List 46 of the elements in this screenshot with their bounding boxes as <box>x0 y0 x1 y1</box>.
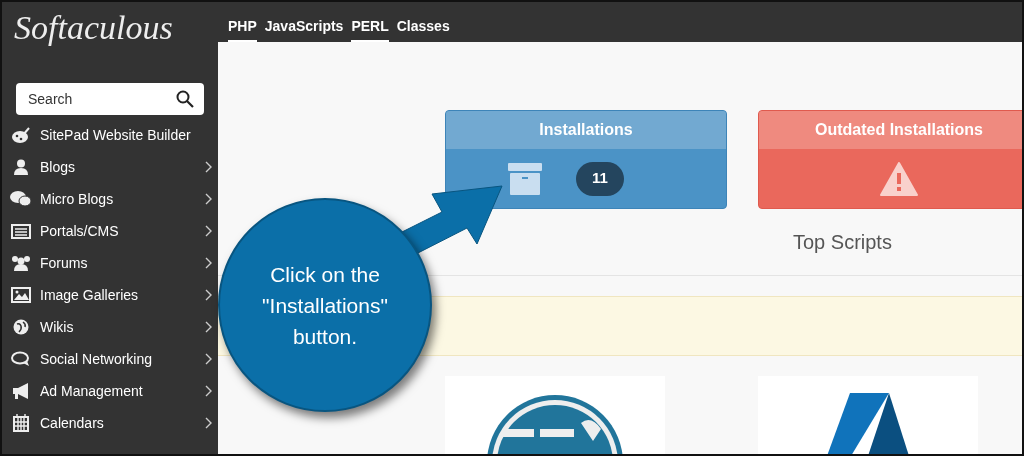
sidebar-item[interactable]: Blogs <box>2 151 218 183</box>
list-window-icon <box>11 223 31 239</box>
card-title: Installations <box>446 111 726 149</box>
chat-bubbles-icon <box>10 191 32 207</box>
sidebar-label: Blogs <box>40 157 77 177</box>
archive-box-icon <box>508 162 543 195</box>
triangle-logo-icon <box>827 393 909 454</box>
search-field[interactable]: Search <box>16 83 204 115</box>
image-icon <box>11 287 31 303</box>
card-title: Outdated Installations <box>759 111 1022 149</box>
sidebar-item[interactable]: Forums <box>2 247 218 279</box>
nav-tab[interactable]: Classes <box>396 16 450 42</box>
nav-tab[interactable]: JavaScripts <box>264 16 344 42</box>
user-icon <box>13 159 29 175</box>
script-card[interactable] <box>445 376 665 454</box>
script-card[interactable] <box>758 376 978 454</box>
megaphone-icon <box>12 383 30 399</box>
sidebar-item[interactable]: SitePad Website Builder <box>2 119 218 151</box>
sidebar-label: Calendars <box>40 413 105 433</box>
palette-icon <box>12 127 30 143</box>
sidebar-item[interactable]: Micro Blogs <box>2 183 218 215</box>
sidebar-label: Wikis <box>40 317 75 337</box>
sidebar-item[interactable]: Wikis <box>2 311 218 343</box>
users-icon <box>10 255 32 271</box>
calendar-icon <box>13 414 29 432</box>
sidebar-label: Ad Management <box>40 381 144 401</box>
chat-icon <box>11 351 31 367</box>
sidebar-label: Image Galleries <box>40 285 140 305</box>
section-title: Top Scripts <box>793 231 892 253</box>
warning-icon <box>880 161 918 196</box>
sidebar-item[interactable]: Ad Management <box>2 375 218 407</box>
globe-icon <box>13 319 29 335</box>
sidebar-label: Micro Blogs <box>40 189 115 209</box>
logo: Softaculous <box>14 10 173 45</box>
sidebar-label: SitePad Website Builder <box>40 125 192 145</box>
sidebar-label: Forums <box>40 253 89 273</box>
sidebar-item[interactable]: Social Networking <box>2 343 218 375</box>
search-icon[interactable] <box>176 90 194 108</box>
wordpress-logo-icon <box>485 393 625 454</box>
sidebar-label: Portals/CMS <box>40 221 120 241</box>
sidebar-item[interactable]: Image Galleries <box>2 279 218 311</box>
sidebar-item[interactable]: Portals/CMS <box>2 215 218 247</box>
installations-card[interactable]: Installations 11 <box>445 110 727 209</box>
sidebar-label: Social Networking <box>40 349 154 369</box>
sidebar-item[interactable]: Calendars <box>2 407 218 439</box>
count-badge: 11 <box>576 161 624 196</box>
